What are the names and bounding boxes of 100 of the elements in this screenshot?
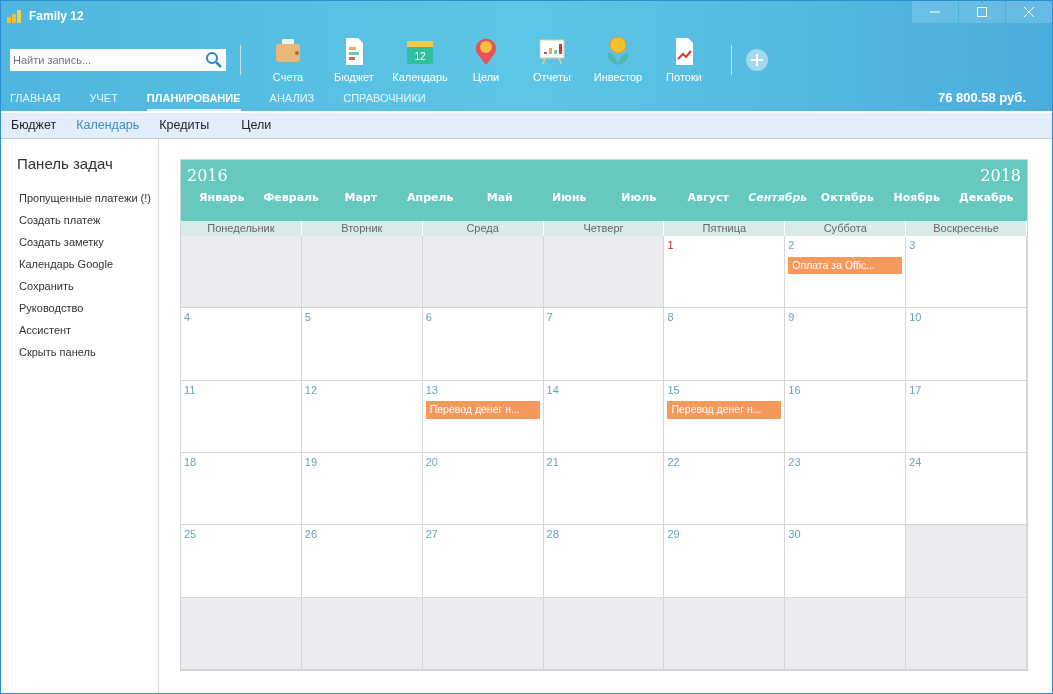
month-tab[interactable]: Февраль: [256, 190, 326, 207]
minimize-button[interactable]: [912, 1, 958, 23]
day-cell[interactable]: 9: [785, 308, 907, 381]
day-cell[interactable]: 26: [301, 525, 423, 598]
event-label[interactable]: Оплата за Offic...: [788, 256, 903, 275]
month-tab[interactable]: Июль: [604, 190, 674, 207]
day-cell[interactable]: 25: [181, 525, 302, 598]
year-link[interactable]: 2018: [980, 164, 1021, 188]
day-cell[interactable]: [543, 597, 665, 670]
nav-tab[interactable]: СПРАВОЧНИКИ: [343, 89, 426, 111]
panel-link[interactable]: Календарь Google: [17, 253, 114, 276]
month-tab[interactable]: Март: [326, 190, 396, 207]
sub-tab[interactable]: Цели: [241, 116, 272, 135]
day-cell[interactable]: [543, 236, 665, 309]
day-number: 19: [304, 455, 319, 470]
toolbar-button[interactable]: Бюджет: [321, 34, 387, 86]
sub-tab[interactable]: Кредиты: [159, 116, 210, 135]
day-cell[interactable]: 4: [181, 308, 302, 381]
day-cell[interactable]: 23: [785, 453, 907, 526]
month-tab[interactable]: Сентябрь: [743, 190, 813, 207]
toolbar-button[interactable]: 12 Календарь: [387, 34, 453, 86]
day-cell[interactable]: 24: [906, 453, 1027, 526]
day-number: 10: [909, 310, 923, 326]
day-cell[interactable]: 17: [906, 380, 1027, 453]
year-link[interactable]: 2016: [187, 164, 228, 188]
month-tab[interactable]: Май: [465, 190, 535, 207]
panel-link[interactable]: Скрыть панель: [17, 341, 96, 364]
toolbar-button[interactable]: Отчеты: [519, 34, 585, 86]
day-cell[interactable]: 6: [422, 308, 544, 381]
day-cell[interactable]: 12: [301, 380, 423, 453]
day-cell[interactable]: 27: [422, 525, 544, 598]
day-number: 28: [546, 527, 560, 543]
day-cell[interactable]: [906, 525, 1027, 598]
panel-link[interactable]: Создать платеж: [17, 209, 101, 232]
month-tab[interactable]: Июнь: [534, 190, 604, 207]
sub-tab[interactable]: Бюджет: [11, 116, 57, 135]
nav-tab[interactable]: ПЛАНИРОВАНИЕ: [146, 89, 241, 111]
sub-tab[interactable]: Календарь: [76, 116, 140, 135]
day-number: 3: [909, 238, 917, 253]
month-tab[interactable]: Апрель: [395, 190, 465, 207]
panel-link[interactable]: Ассистент: [17, 319, 72, 342]
nav-tab[interactable]: АНАЛИЗ: [269, 89, 315, 111]
month-tab[interactable]: Декабрь: [951, 190, 1021, 207]
search-button[interactable]: [202, 49, 226, 71]
day-cell[interactable]: 21: [543, 453, 665, 526]
day-cell[interactable]: 19: [301, 453, 423, 526]
day-cell[interactable]: [785, 597, 907, 670]
search-field[interactable]: Найти запись...: [10, 49, 202, 71]
day-cell[interactable]: 15 Перевод денег н...: [664, 380, 786, 453]
toolbar-button[interactable]: Счета: [255, 34, 321, 86]
day-number: 17: [909, 382, 923, 398]
day-cell[interactable]: [301, 597, 423, 670]
day-cell[interactable]: 11: [181, 380, 302, 453]
day-cell[interactable]: 18: [181, 453, 302, 526]
day-number: 6: [425, 310, 433, 326]
day-cell[interactable]: 7: [543, 308, 665, 381]
day-cell[interactable]: 29: [664, 525, 786, 598]
day-cell[interactable]: 28: [543, 525, 665, 598]
day-cell[interactable]: 20: [422, 453, 544, 526]
nav-tab[interactable]: ГЛАВНАЯ: [10, 89, 61, 111]
day-cell[interactable]: [422, 236, 544, 309]
day-cell[interactable]: 5: [301, 308, 423, 381]
day-cell[interactable]: [181, 597, 302, 670]
panel-link[interactable]: Создать заметку: [17, 231, 104, 254]
month-tab[interactable]: Ноябрь: [882, 190, 952, 207]
day-cell[interactable]: 1: [664, 236, 786, 309]
event-label[interactable]: Перевод денег н...: [425, 401, 540, 419]
day-number: 5: [304, 310, 312, 326]
day-cell[interactable]: 30: [785, 525, 907, 598]
app-logo-icon: [7, 9, 23, 23]
month-tab[interactable]: Январь: [187, 190, 257, 207]
maximize-button[interactable]: [959, 1, 1005, 23]
day-number: 9: [788, 310, 796, 326]
day-cell[interactable]: 14: [543, 380, 665, 453]
month-tab[interactable]: Октябрь: [812, 190, 882, 207]
day-cell[interactable]: [301, 236, 423, 309]
add-icon[interactable]: [746, 49, 768, 71]
panel-link[interactable]: Сохранить: [17, 275, 74, 298]
day-cell[interactable]: [664, 597, 786, 670]
toolbar-button[interactable]: Цели: [453, 34, 519, 86]
day-cell[interactable]: [906, 597, 1027, 670]
day-cell[interactable]: 10: [906, 308, 1027, 381]
close-button[interactable]: [1006, 1, 1052, 23]
toolbar-button[interactable]: Потоки: [651, 34, 717, 86]
toolbar-button[interactable]: Инвестор: [585, 34, 651, 86]
panel-link[interactable]: Руководство: [17, 297, 84, 320]
day-number: 30: [788, 527, 802, 543]
day-cell[interactable]: 8: [664, 308, 786, 381]
day-cell[interactable]: 13 Перевод денег н...: [422, 380, 544, 453]
month-tab[interactable]: Август: [673, 190, 743, 207]
day-cell[interactable]: 16: [785, 380, 907, 453]
day-cell[interactable]: [422, 597, 544, 670]
search-icon: [205, 51, 223, 69]
nav-tab[interactable]: УЧЕТ: [89, 89, 118, 111]
day-cell[interactable]: [181, 236, 302, 309]
day-cell[interactable]: 22: [664, 453, 786, 526]
day-cell[interactable]: 2 Оплата за Offic...: [785, 236, 907, 309]
panel-link[interactable]: Пропущенные платежи (!): [17, 187, 151, 210]
event-label[interactable]: Перевод денег н...: [667, 401, 782, 419]
day-cell[interactable]: 3: [906, 236, 1027, 309]
